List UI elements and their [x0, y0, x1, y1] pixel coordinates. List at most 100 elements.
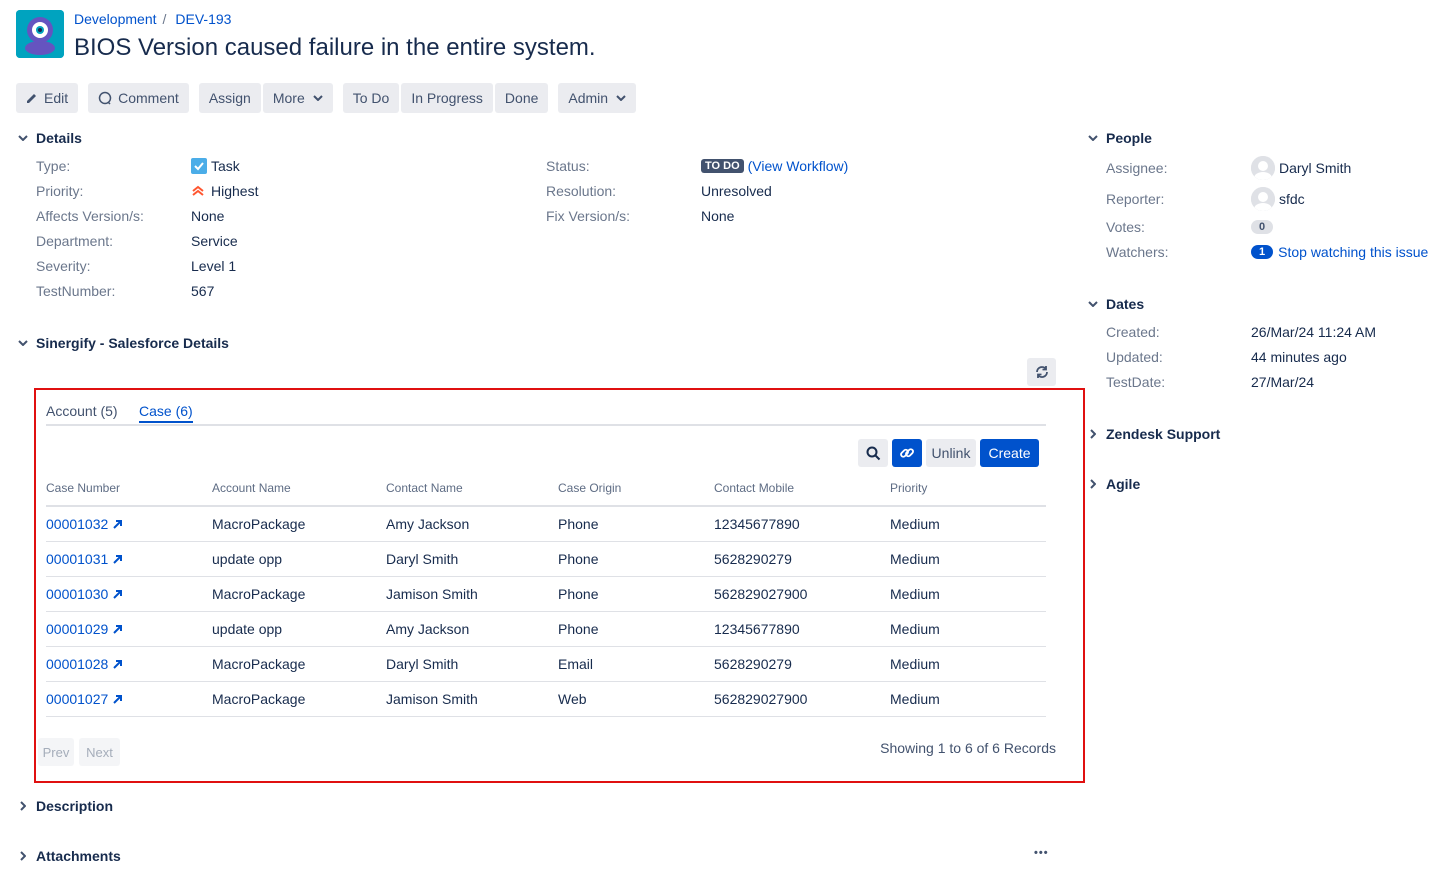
chevron-right-icon	[1086, 477, 1100, 491]
assignee-name[interactable]: Daryl Smith	[1279, 160, 1351, 176]
unlink-button[interactable]: Unlink	[926, 439, 976, 467]
view-workflow-link[interactable]: (View Workflow)	[748, 158, 849, 174]
breadcrumb-separator: /	[162, 11, 167, 27]
column-header: Case Origin	[558, 471, 714, 507]
updated-label: Updated:	[1106, 349, 1163, 365]
resolution-value: Unresolved	[701, 183, 772, 199]
testdate-label: TestDate:	[1106, 374, 1166, 390]
next-page-button[interactable]: Next	[79, 738, 120, 766]
watchers-count-badge[interactable]: 1	[1251, 245, 1274, 259]
votes-value: 0	[1251, 220, 1274, 234]
case-number-link[interactable]: 00001031	[46, 551, 123, 567]
project-avatar-icon	[16, 10, 64, 58]
reporter-value: sfdc	[1251, 187, 1305, 211]
department-label: Department:	[36, 233, 114, 249]
watchers-value: 1 Stop watching this issue	[1251, 244, 1428, 260]
votes-count-badge[interactable]: 0	[1251, 220, 1274, 234]
assign-button[interactable]: Assign	[198, 83, 261, 113]
agile-section-toggle[interactable]: Agile	[1086, 476, 1140, 492]
column-header: Case Number	[46, 471, 212, 507]
chevron-down-icon	[16, 131, 30, 145]
chevron-right-icon	[16, 849, 30, 863]
external-link-icon	[113, 589, 123, 599]
contact-name-cell: Daryl Smith	[386, 646, 558, 682]
chevron-down-icon	[16, 336, 30, 350]
issue-toolbar: Edit Comment Assign More To Do In Progre…	[16, 83, 638, 113]
dates-heading: Dates	[1106, 296, 1145, 312]
edit-button-label: Edit	[44, 90, 69, 106]
attachments-section-toggle[interactable]: Attachments	[16, 848, 121, 864]
description-section-toggle[interactable]: Description	[16, 798, 113, 814]
attachments-more-button[interactable]: •••	[1034, 847, 1049, 859]
case-number-link[interactable]: 00001027	[46, 691, 123, 707]
account-name-cell: update opp	[212, 611, 386, 647]
cases-table: Case Number Account Name Contact Name Ca…	[46, 471, 1046, 717]
status-lozenge: TO DO	[701, 159, 744, 173]
todo-transition-button[interactable]: To Do	[342, 83, 400, 113]
contact-name-cell: Amy Jackson	[386, 506, 558, 542]
account-name-cell: MacroPackage	[212, 681, 386, 717]
breadcrumb: Development / DEV-193	[74, 11, 231, 27]
fix-version-label: Fix Version/s:	[546, 208, 631, 224]
case-number-link[interactable]: 00001029	[46, 621, 123, 637]
create-button[interactable]: Create	[980, 439, 1039, 467]
salesforce-heading: Sinergify - Salesforce Details	[36, 335, 229, 351]
contact-mobile-cell: 12345677890	[714, 506, 890, 542]
case-number-text: 00001027	[46, 690, 109, 707]
link-button[interactable]	[892, 439, 922, 467]
case-origin-cell: Phone	[558, 506, 714, 542]
search-button[interactable]	[858, 439, 888, 467]
admin-button[interactable]: Admin	[558, 83, 637, 113]
records-count: Showing 1 to 6 of 6 Records	[880, 740, 1056, 756]
chevron-right-icon	[16, 799, 30, 813]
fix-version-value: None	[701, 208, 735, 224]
contact-name-cell: Daryl Smith	[386, 541, 558, 577]
breadcrumb-project-link[interactable]: Development	[74, 11, 157, 27]
contact-name-cell: Jamison Smith	[386, 576, 558, 612]
agile-heading: Agile	[1106, 476, 1141, 492]
case-number-link[interactable]: 00001032	[46, 516, 123, 532]
done-transition-button[interactable]: Done	[494, 83, 549, 113]
case-number-link[interactable]: 00001030	[46, 586, 123, 602]
testnumber-value: 567	[191, 283, 215, 299]
details-section-toggle[interactable]: Details	[16, 130, 82, 146]
table-row: 00001029 update opp Amy Jackson Phone 12…	[46, 611, 1046, 647]
type-value: Task	[191, 158, 240, 174]
contact-mobile-cell: 5628290279	[714, 646, 890, 682]
priority-cell: Medium	[890, 611, 1046, 647]
user-avatar-icon	[1251, 156, 1275, 180]
tab-case[interactable]: Case (6)	[139, 403, 193, 423]
project-avatar[interactable]	[16, 10, 64, 58]
zendesk-section-toggle[interactable]: Zendesk Support	[1086, 426, 1220, 442]
testdate-value: 27/Mar/24	[1251, 374, 1315, 390]
case-number-link[interactable]: 00001028	[46, 656, 123, 672]
breadcrumb-issue-link[interactable]: DEV-193	[175, 11, 231, 27]
chevron-down-icon	[313, 95, 323, 101]
salesforce-section-toggle[interactable]: Sinergify - Salesforce Details	[16, 335, 229, 351]
created-value: 26/Mar/24 11:24 AM	[1251, 324, 1377, 340]
more-button[interactable]: More	[262, 83, 333, 113]
people-section-toggle[interactable]: People	[1086, 130, 1152, 146]
in-progress-transition-button[interactable]: In Progress	[401, 83, 493, 113]
stop-watching-link[interactable]: Stop watching this issue	[1278, 244, 1428, 260]
account-name-cell: MacroPackage	[212, 506, 386, 542]
task-icon	[191, 158, 207, 174]
link-icon	[899, 445, 915, 461]
priority-label: Priority:	[36, 183, 84, 199]
edit-button[interactable]: Edit	[16, 83, 79, 113]
chevron-down-icon	[616, 95, 626, 101]
contact-mobile-cell: 562829027900	[714, 681, 890, 717]
severity-label: Severity:	[36, 258, 91, 274]
comment-button[interactable]: Comment	[88, 83, 189, 113]
dates-section-toggle[interactable]: Dates	[1086, 296, 1144, 312]
reporter-name[interactable]: sfdc	[1279, 191, 1305, 207]
issue-title: BIOS Version caused failure in the entir…	[74, 34, 596, 61]
zendesk-heading: Zendesk Support	[1106, 426, 1221, 442]
affects-version-value: None	[191, 208, 225, 224]
chevron-down-icon	[1086, 297, 1100, 311]
created-label: Created:	[1106, 324, 1160, 340]
tab-account[interactable]: Account (5)	[46, 403, 118, 419]
prev-page-button[interactable]: Prev	[38, 738, 74, 766]
refresh-button[interactable]	[1027, 358, 1056, 386]
type-value-text: Task	[211, 158, 240, 174]
